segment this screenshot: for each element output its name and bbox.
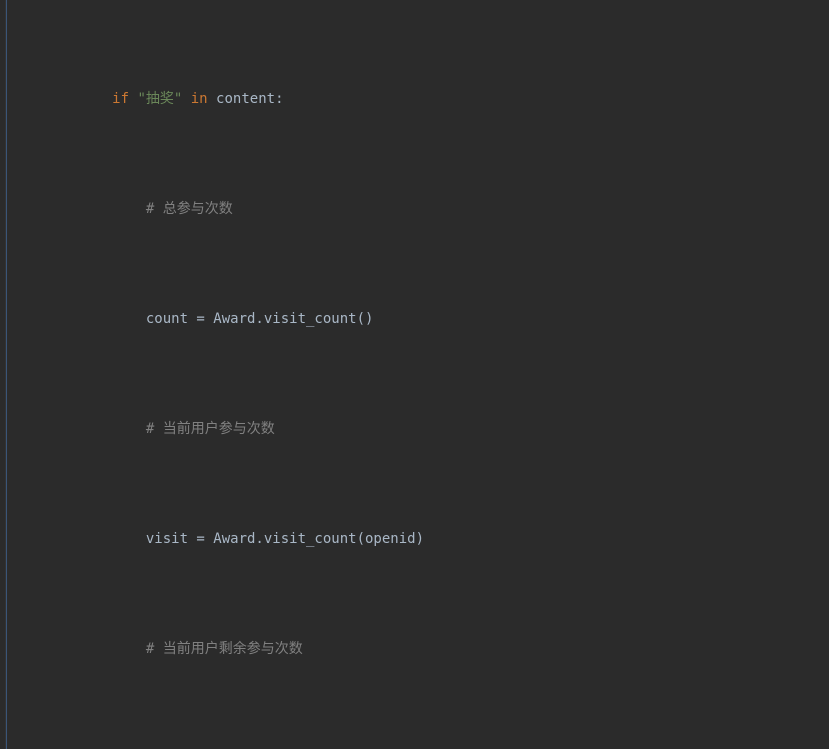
code-line: # 总参与次数 [11,198,749,220]
code-line: # 当前用户剩余参与次数 [11,638,749,660]
code-line: # 当前用户参与次数 [11,418,749,440]
code-area[interactable]: if "抽奖" in content: # 总参与次数 count = Awar… [7,0,749,749]
code-line: count = Award.visit_count() [11,308,749,330]
code-line: visit = Award.visit_count(openid) [11,528,749,550]
code-editor: if "抽奖" in content: # 总参与次数 count = Awar… [0,0,829,749]
code-line: if "抽奖" in content: [11,88,749,110]
